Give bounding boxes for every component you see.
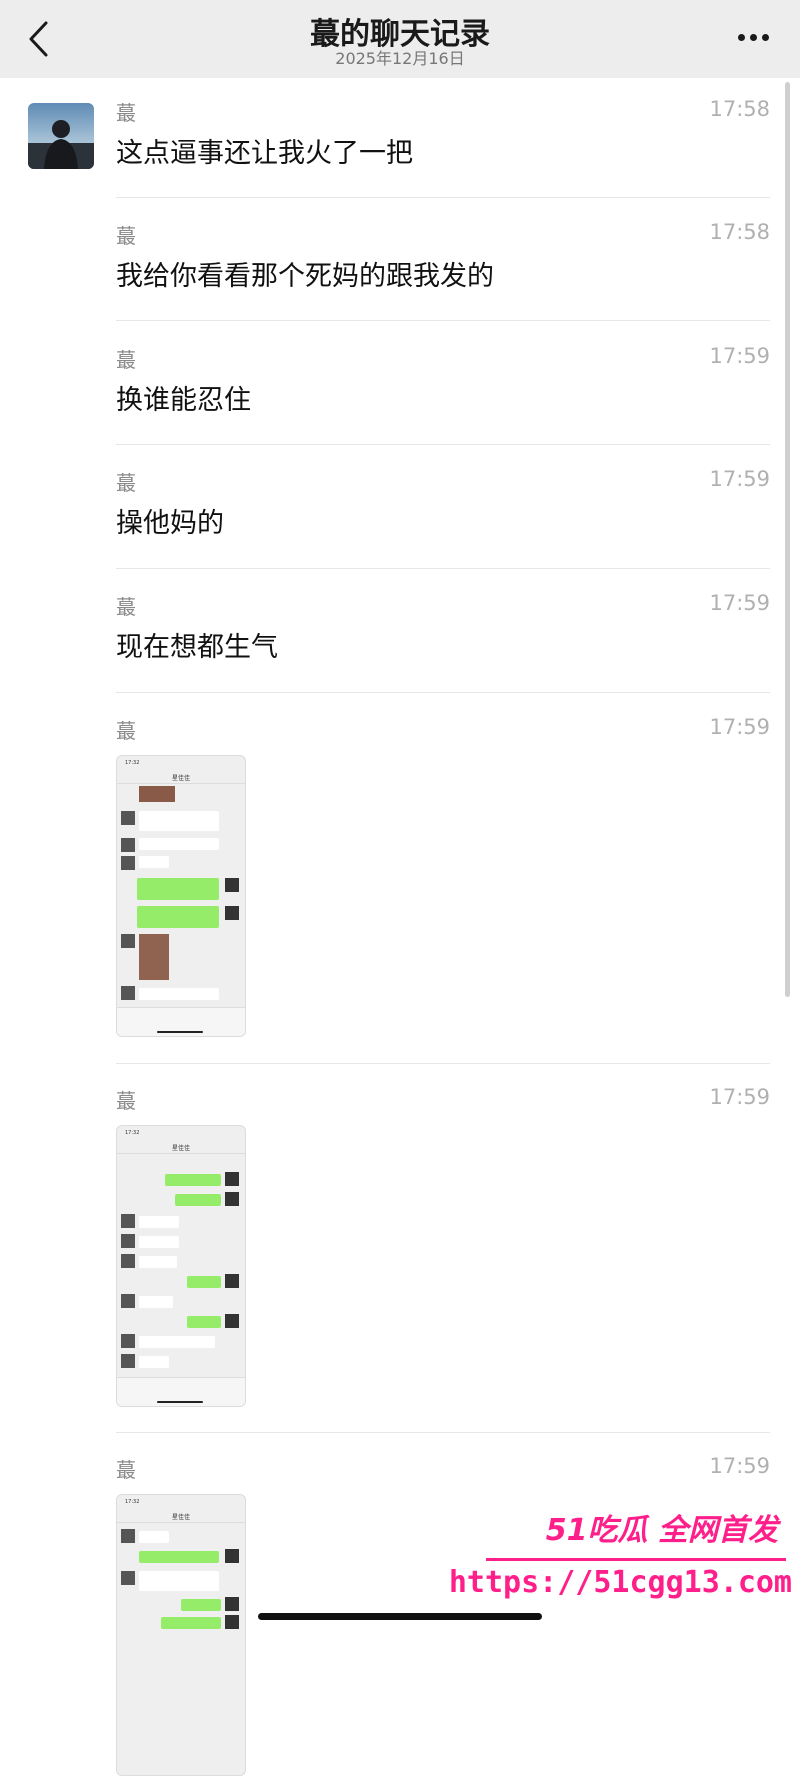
thumb-chat-content (121, 1529, 239, 1629)
message-time: 17:59 (709, 1085, 770, 1109)
sender-name: 蕞 (116, 471, 136, 495)
sender-name: 蕞 (116, 1458, 136, 1482)
avatar-photo (28, 103, 94, 169)
thumb-chat-content (121, 786, 239, 1000)
sender-name: 蕞 (116, 1089, 136, 1113)
message-time: 17:59 (709, 715, 770, 739)
nav-header: 蕞的聊天记录 2025年12月16日 (0, 0, 800, 78)
image-thumbnail[interactable]: 17:32 星佳佳 (116, 1494, 246, 1776)
more-dot (750, 34, 757, 41)
image-thumbnail[interactable]: 17:32 星佳佳 (116, 755, 246, 1037)
divider (116, 1432, 770, 1433)
more-options-button[interactable] (734, 22, 774, 52)
scrollbar[interactable] (785, 82, 790, 997)
watermark-underline (486, 1558, 786, 1561)
message-text[interactable]: 这点逼事还让我火了一把 (116, 131, 413, 170)
divider (116, 444, 770, 445)
home-indicator[interactable] (258, 1613, 542, 1620)
message-time: 17:59 (709, 344, 770, 368)
watermark-logo: 51吃瓜 全网首发 https://51cgg13.com (449, 1505, 792, 1615)
watermark-title: 51吃瓜 全网首发 (545, 1513, 778, 1548)
sender-avatar[interactable] (28, 103, 94, 169)
thumb-home-indicator (157, 1031, 203, 1033)
message-time: 17:58 (709, 97, 770, 121)
message-time: 17:59 (709, 1454, 770, 1478)
thumb-home-indicator (157, 1401, 203, 1403)
divider (116, 1063, 770, 1064)
sender-name: 蕞 (116, 224, 136, 248)
divider (116, 197, 770, 198)
thumb-chat-content (121, 1172, 239, 1368)
message-text[interactable]: 操他妈的 (116, 501, 224, 540)
sender-name: 蕞 (116, 348, 136, 372)
divider (116, 320, 770, 321)
more-dots-icon (738, 34, 745, 41)
message-time: 17:59 (709, 467, 770, 491)
sender-name: 蕞 (116, 719, 136, 743)
message-text[interactable]: 我给你看看那个死妈的跟我发的 (116, 254, 494, 293)
sender-name: 蕞 (116, 595, 136, 619)
image-thumbnail[interactable]: 17:32 星佳佳 (116, 1125, 246, 1407)
page-subtitle-date: 2025年12月16日 (335, 49, 465, 68)
message-text[interactable]: 换谁能忍住 (116, 378, 251, 417)
message-time: 17:58 (709, 220, 770, 244)
sender-name: 蕞 (116, 101, 136, 125)
divider (116, 692, 770, 693)
message-time: 17:59 (709, 591, 770, 615)
divider (116, 568, 770, 569)
more-dot (762, 34, 769, 41)
watermark-url: https://51cgg13.com (448, 1565, 792, 1600)
message-text[interactable]: 现在想都生气 (116, 625, 278, 664)
